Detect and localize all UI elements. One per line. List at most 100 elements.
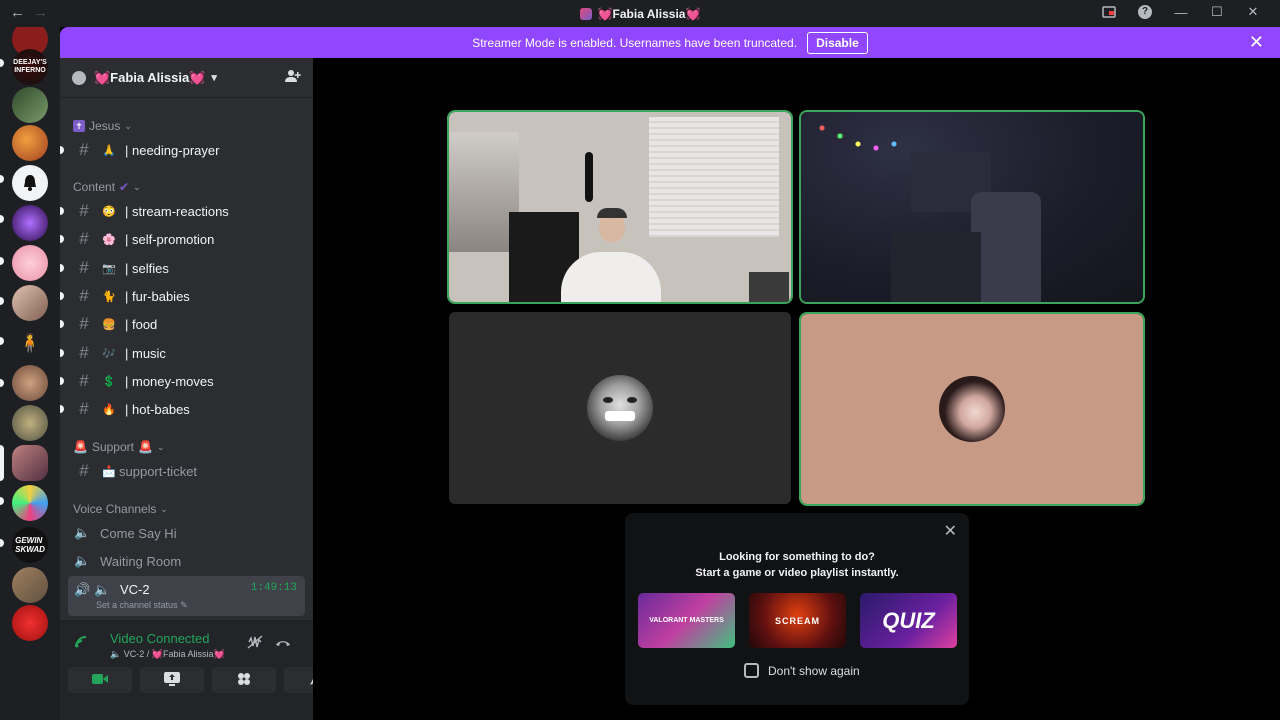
server-icon-16[interactable] [12, 605, 48, 641]
hash-icon: # [79, 286, 89, 305]
server-icon-fabia[interactable] [12, 445, 48, 481]
flushed-face-icon: 😳 [102, 205, 116, 218]
video-camera-icon [92, 673, 108, 688]
voice-channel-vc-2[interactable]: 🔊 🔈 VC-2 1:49:13 Set a channel status ✎ [68, 576, 305, 616]
server-list: DEEJAY'S INFERNO 🧍 GEWIN SKWAD [0, 27, 60, 720]
speaker-icon: 🔈 [74, 553, 91, 568]
inbox-icon[interactable] [1102, 5, 1116, 19]
activity-suggestion-panel: ✕ Looking for something to do? Start a g… [625, 513, 969, 705]
server-icon-9[interactable]: 🧍 [12, 325, 48, 361]
server-icon-7[interactable] [12, 245, 48, 281]
voice-channel-come-say-hi[interactable]: 🔈 Come Say Hi [68, 519, 305, 547]
window-title: 💓Fabia Alissia💓 [0, 7, 1280, 21]
music-notes-icon: 🎶 [102, 347, 116, 360]
hash-icon: # [79, 229, 89, 248]
cross-icon: ✝ [73, 120, 85, 132]
streamer-mode-banner: Streamer Mode is enabled. Usernames have… [60, 27, 1280, 58]
add-member-icon[interactable] [285, 69, 301, 86]
noise-suppression-icon[interactable] [247, 635, 263, 652]
checkmark-icon: ✔ [119, 180, 130, 194]
server-icon-gewin[interactable]: GEWIN SKWAD [12, 527, 48, 563]
unread-pill [0, 59, 4, 67]
video-tile-4[interactable] [799, 312, 1145, 506]
server-icon [579, 8, 592, 20]
chevron-down-icon: ▾ [211, 72, 217, 84]
speaker-icon: 🔈 [94, 582, 111, 597]
server-icon-6[interactable] [12, 205, 48, 241]
hash-icon: # [79, 201, 89, 220]
close-window-icon[interactable]: ✕ [1246, 4, 1260, 19]
hash-icon: # [79, 314, 89, 333]
screen-share-button[interactable] [140, 667, 204, 693]
voice-connection-panel: Video Connected 🔈 VC-2 / 💓Fabia Alissia💓 [60, 620, 313, 720]
speaker-icon: 🔈 [110, 649, 122, 659]
hash-icon: # [79, 258, 89, 277]
activity-subheading: Start a game or video playlist instantly… [695, 567, 899, 579]
activity-card-valorant[interactable]: VALORANT MASTERS [638, 593, 735, 648]
channel-music[interactable]: # 🎶 | music [60, 340, 305, 366]
video-tile-3[interactable] [449, 312, 791, 504]
signal-icon[interactable] [74, 635, 90, 652]
dont-show-again[interactable]: Don't show again [744, 663, 860, 678]
server-icon-8[interactable] [12, 285, 48, 321]
server-icon-bell[interactable] [12, 165, 48, 201]
siren-icon: 🚨 [137, 440, 153, 454]
close-icon[interactable]: ✕ [944, 521, 957, 541]
server-header[interactable]: 💓Fabia Alissia💓 ▾ [60, 58, 313, 98]
channel-hot-babes[interactable]: # 🔥 | hot-babes [60, 396, 305, 422]
channel-fur-babies[interactable]: # 🐈 | fur-babies [60, 283, 305, 309]
category-support[interactable]: 🚨 Support 🚨 ⌄ [73, 440, 164, 454]
category-voice-channels[interactable]: Voice Channels ⌄ [73, 502, 168, 516]
video-tile-1[interactable] [447, 110, 793, 304]
set-channel-status[interactable]: Set a channel status ✎ [96, 600, 188, 611]
chevron-down-icon: ⌄ [124, 120, 132, 131]
voice-status-title[interactable]: Video Connected [110, 631, 210, 646]
server-boost-icon [72, 70, 86, 85]
banner-message: Streamer Mode is enabled. Usernames have… [472, 35, 798, 50]
server-icon-3[interactable] [12, 87, 48, 123]
channel-needing-prayer[interactable]: # 🙏 | needing-prayer [60, 137, 305, 163]
unread-pill [0, 175, 4, 183]
voice-status-subtitle[interactable]: 🔈 VC-2 / 💓Fabia Alissia💓 [110, 649, 225, 660]
camera-button[interactable] [68, 667, 132, 693]
unread-pill [0, 215, 4, 223]
help-icon[interactable]: ? [1138, 5, 1152, 19]
unread-pill [0, 297, 4, 305]
server-icon-10[interactable] [12, 365, 48, 401]
close-banner-icon[interactable]: ✕ [1249, 33, 1264, 51]
activity-card-scream[interactable]: SCREAM [749, 593, 846, 648]
server-icon-11[interactable] [12, 405, 48, 441]
channel-stream-reactions[interactable]: # 😳 | stream-reactions [60, 198, 305, 224]
activities-button[interactable] [212, 667, 276, 693]
chevron-down-icon: ⌄ [133, 181, 141, 192]
hash-icon: # [79, 461, 89, 480]
speaking-volume-icon: 🔊 [74, 582, 91, 597]
category-jesus[interactable]: ✝ Jesus ⌄ [73, 119, 132, 133]
flower-icon: 🌸 [102, 233, 116, 246]
unread-pill [0, 539, 4, 547]
video-stage: ✕ Looking for something to do? Start a g… [313, 58, 1280, 720]
channel-food[interactable]: # 🍔 | food [60, 311, 305, 337]
disable-streamer-mode-button[interactable]: Disable [807, 31, 868, 54]
speaker-icon: 🔈 [74, 525, 91, 540]
channel-selfies[interactable]: # 📷 | selfies [60, 255, 305, 281]
title-bar: ← → 💓Fabia Alissia💓 ? — ☐ ✕ [0, 0, 1280, 27]
server-icon-4[interactable] [12, 125, 48, 161]
server-icon-15[interactable] [12, 567, 48, 603]
minimize-icon[interactable]: — [1174, 5, 1188, 20]
activity-card-quiz-planet[interactable]: QUIZ [860, 593, 957, 648]
category-content[interactable]: Content ✔ ⌄ [73, 180, 141, 194]
channel-money-moves[interactable]: # 💲 | money-moves [60, 368, 305, 394]
server-icon-deejays-inferno[interactable]: DEEJAY'S INFERNO [12, 49, 48, 85]
video-tile-2[interactable] [799, 110, 1145, 304]
server-icon-13[interactable] [12, 485, 48, 521]
dont-show-checkbox[interactable] [744, 663, 759, 678]
disconnect-icon[interactable] [275, 635, 291, 651]
channel-self-promotion[interactable]: # 🌸 | self-promotion [60, 226, 305, 252]
soundboard-button[interactable] [284, 667, 313, 693]
maximize-icon[interactable]: ☐ [1210, 4, 1224, 19]
voice-channel-waiting-room[interactable]: 🔈 Waiting Room [68, 547, 305, 575]
hash-icon: # [79, 371, 89, 390]
channel-support-ticket[interactable]: # 📩 support-ticket [68, 458, 305, 484]
hash-icon: # [79, 343, 89, 362]
